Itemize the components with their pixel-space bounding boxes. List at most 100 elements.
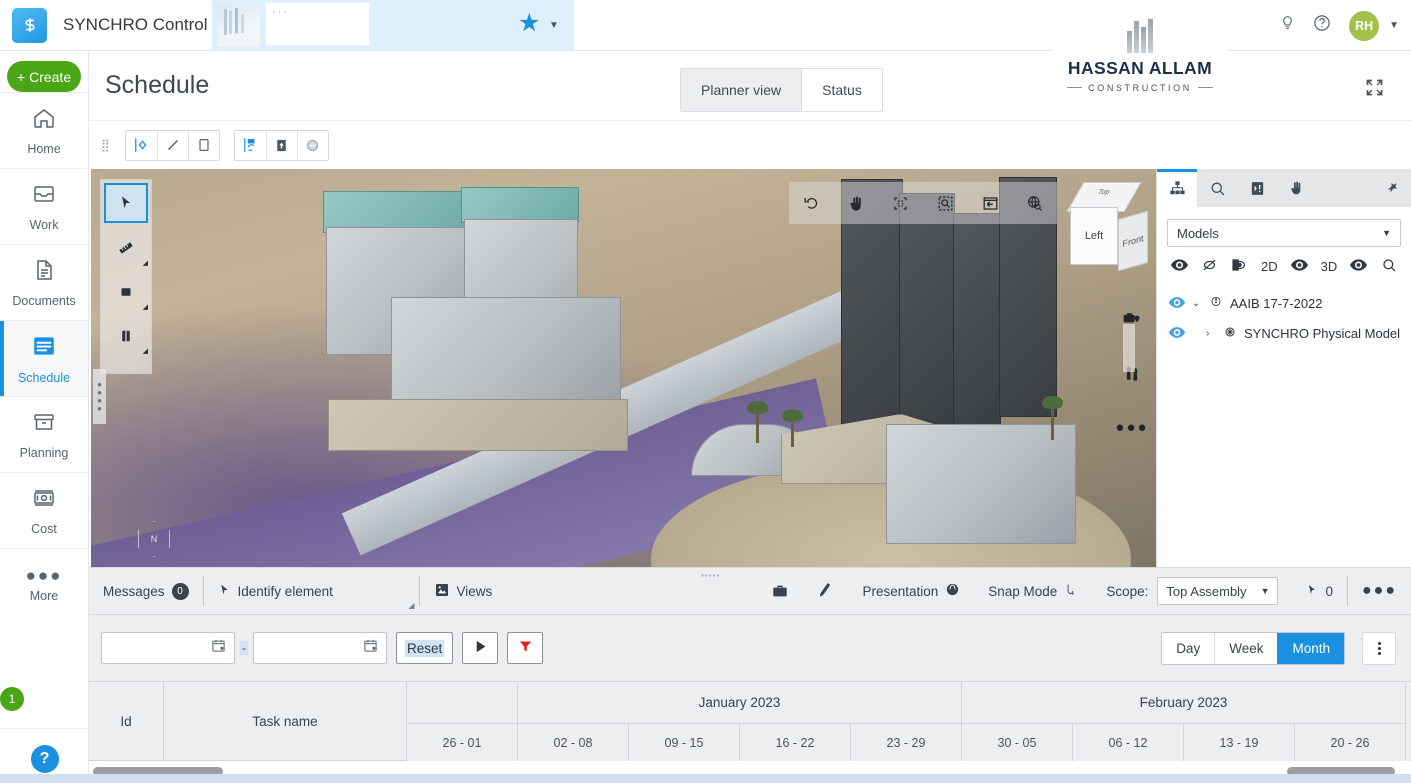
presentation-button[interactable]: Presentation xyxy=(848,567,974,615)
eye-icon[interactable] xyxy=(1169,296,1185,311)
gantt-week-cell: 23 - 29 xyxy=(851,724,962,762)
select-arrow-icon[interactable] xyxy=(104,183,148,223)
tab-model-tree[interactable] xyxy=(1157,169,1197,207)
rectangle-icon[interactable] xyxy=(187,130,219,160)
tab-saved-views[interactable] xyxy=(1237,169,1277,207)
tree-node-child[interactable]: › SYNCHRO Physical Model xyxy=(1157,318,1411,348)
insert-block-icon[interactable] xyxy=(265,130,297,160)
sidebar-item-planning[interactable]: Planning xyxy=(0,396,88,472)
view-toolbar: ⣿ xyxy=(89,121,1411,169)
pin-icon[interactable] xyxy=(1373,169,1411,207)
briefcase-icon[interactable] xyxy=(758,567,802,615)
zoom-window-icon[interactable] xyxy=(923,182,968,224)
user-avatar[interactable]: RH xyxy=(1349,10,1380,41)
scope-selector[interactable]: Scope: Top Assembly ▼ xyxy=(1092,567,1292,615)
views-button[interactable]: Views xyxy=(420,567,507,615)
sidebar-item-documents[interactable]: Documents xyxy=(0,244,88,320)
snap-mode-button[interactable]: Snap Mode xyxy=(974,567,1092,615)
play-button[interactable] xyxy=(462,632,499,664)
gantt-month-cell: January 2023 xyxy=(518,682,962,724)
filter-button[interactable] xyxy=(507,632,544,664)
fit-view-icon[interactable] xyxy=(878,182,923,224)
help-button[interactable]: ? xyxy=(30,745,59,773)
calendar-icon xyxy=(211,638,226,658)
panel-drag-handle[interactable]: ▪▪▪▪▪ xyxy=(701,571,720,580)
ellipsis-icon: ●●● xyxy=(25,566,63,585)
favorite-star-icon[interactable]: ★ xyxy=(518,11,540,36)
section-icon[interactable]: ◢ xyxy=(101,314,151,358)
sidebar-item-cost[interactable]: Cost xyxy=(0,472,88,548)
sync-model-icon[interactable] xyxy=(234,130,266,160)
chevron-right-icon[interactable]: › xyxy=(1206,328,1216,339)
lightbulb-icon[interactable] xyxy=(1280,14,1295,37)
view-cube[interactable]: Top Left Front xyxy=(1066,179,1156,274)
reset-button[interactable]: Reset xyxy=(396,632,454,664)
status-overflow-button[interactable]: ●●● xyxy=(1348,567,1411,615)
pan-hand-icon[interactable] xyxy=(834,182,879,224)
viewport-right-handle[interactable] xyxy=(1123,324,1135,372)
eye-half-icon[interactable] xyxy=(1231,258,1248,275)
rotate-view-icon[interactable] xyxy=(789,182,834,224)
chevron-down-icon[interactable]: ⌄ xyxy=(1192,298,1202,309)
views-label: Views xyxy=(456,583,493,599)
company-logo-towers-icon xyxy=(1127,18,1153,53)
model-source-dropdown[interactable]: Models ▼ xyxy=(1167,219,1401,247)
expand-corner-icon[interactable]: ◢ xyxy=(408,601,414,610)
identify-element-button[interactable]: Identify element ◢ xyxy=(204,567,419,615)
synchro-logo-icon[interactable] xyxy=(12,7,47,43)
scope-dropdown[interactable]: Top Assembly ▼ xyxy=(1157,577,1279,605)
create-button[interactable]: + Create xyxy=(7,61,81,92)
project-thumbnail[interactable] xyxy=(218,5,260,47)
eye-icon-3d[interactable] xyxy=(1350,259,1368,274)
sidebar-item-work[interactable]: Work xyxy=(0,168,88,244)
column-header-task-name[interactable]: Task name xyxy=(164,681,407,761)
right-panel: Models ▼ 2D 3D ⌄ AAIB 17-7-2022 › SYNCHR… xyxy=(1156,169,1411,567)
drag-grip-icon[interactable]: ⣿ xyxy=(101,139,111,151)
3d-viewport[interactable]: ◢ ◢ ◢ ● ● ● ● Top Left Front ●●● N xyxy=(91,169,1156,567)
tree-node-root[interactable]: ⌄ AAIB 17-7-2022 xyxy=(1157,288,1411,318)
sidebar-item-schedule[interactable]: Schedule xyxy=(0,320,88,396)
view-cube-left-face[interactable]: Left xyxy=(1070,207,1118,265)
gantt-week-cell: 30 - 05 xyxy=(962,724,1073,762)
favorite-chevron-down-icon[interactable]: ▼ xyxy=(549,20,559,31)
notification-badge[interactable]: 1 xyxy=(0,687,24,711)
marker-icon[interactable] xyxy=(802,567,848,615)
line-icon[interactable] xyxy=(156,130,188,160)
tab-appearance[interactable] xyxy=(1277,169,1317,207)
company-logo: HASSAN ALLAM CONSTRUCTION xyxy=(1052,3,1228,108)
visibility-controls: 2D 3D xyxy=(1157,247,1411,276)
end-date-input[interactable] xyxy=(253,632,387,664)
eye-icon[interactable] xyxy=(1169,326,1185,341)
model-tree: ⌄ AAIB 17-7-2022 › SYNCHRO Physical Mode… xyxy=(1157,288,1411,348)
vertex-snap-icon[interactable] xyxy=(125,130,157,160)
tab-search[interactable] xyxy=(1197,169,1237,207)
window-area-icon[interactable] xyxy=(968,182,1013,224)
measure-icon[interactable]: ◢ xyxy=(101,226,151,270)
timescale-week[interactable]: Week xyxy=(1214,632,1277,664)
messages-button[interactable]: Messages 0 xyxy=(89,567,203,615)
project-tab-popover[interactable]: ··· xyxy=(265,2,370,46)
timescale-overflow-button[interactable] xyxy=(1362,631,1396,665)
sidebar-item-home[interactable]: Home xyxy=(0,92,88,168)
schedule-icon xyxy=(31,333,57,364)
tab-status[interactable]: Status xyxy=(801,69,882,111)
start-date-input[interactable] xyxy=(101,632,235,664)
clip-volume-icon[interactable]: ◢ xyxy=(101,270,151,314)
timescale-month[interactable]: Month xyxy=(1277,632,1344,664)
fullscreen-expand-icon[interactable] xyxy=(1354,68,1394,106)
help-circle-icon[interactable] xyxy=(1313,14,1331,37)
column-header-id[interactable]: Id xyxy=(89,681,164,761)
eye-icon[interactable] xyxy=(1171,259,1188,274)
viewport-palette-handle[interactable]: ● ● ● ● xyxy=(93,369,106,424)
timescale-day[interactable]: Day xyxy=(1162,633,1214,664)
remove-circle-icon[interactable] xyxy=(296,130,328,160)
eye-off-icon[interactable] xyxy=(1201,258,1218,275)
more-ellipsis-icon[interactable]: ●●● xyxy=(1115,419,1148,436)
sidebar-item-more[interactable]: ●●● More xyxy=(0,548,88,624)
user-menu-chevron-down-icon[interactable]: ▼ xyxy=(1389,20,1399,31)
view-cube-front-face[interactable]: Front xyxy=(1118,210,1148,272)
tab-planner-view[interactable]: Planner view xyxy=(681,69,802,111)
eye-icon-2d[interactable] xyxy=(1290,259,1308,274)
globe-zoom-icon[interactable] xyxy=(1012,182,1057,224)
search-icon[interactable] xyxy=(1381,257,1397,276)
